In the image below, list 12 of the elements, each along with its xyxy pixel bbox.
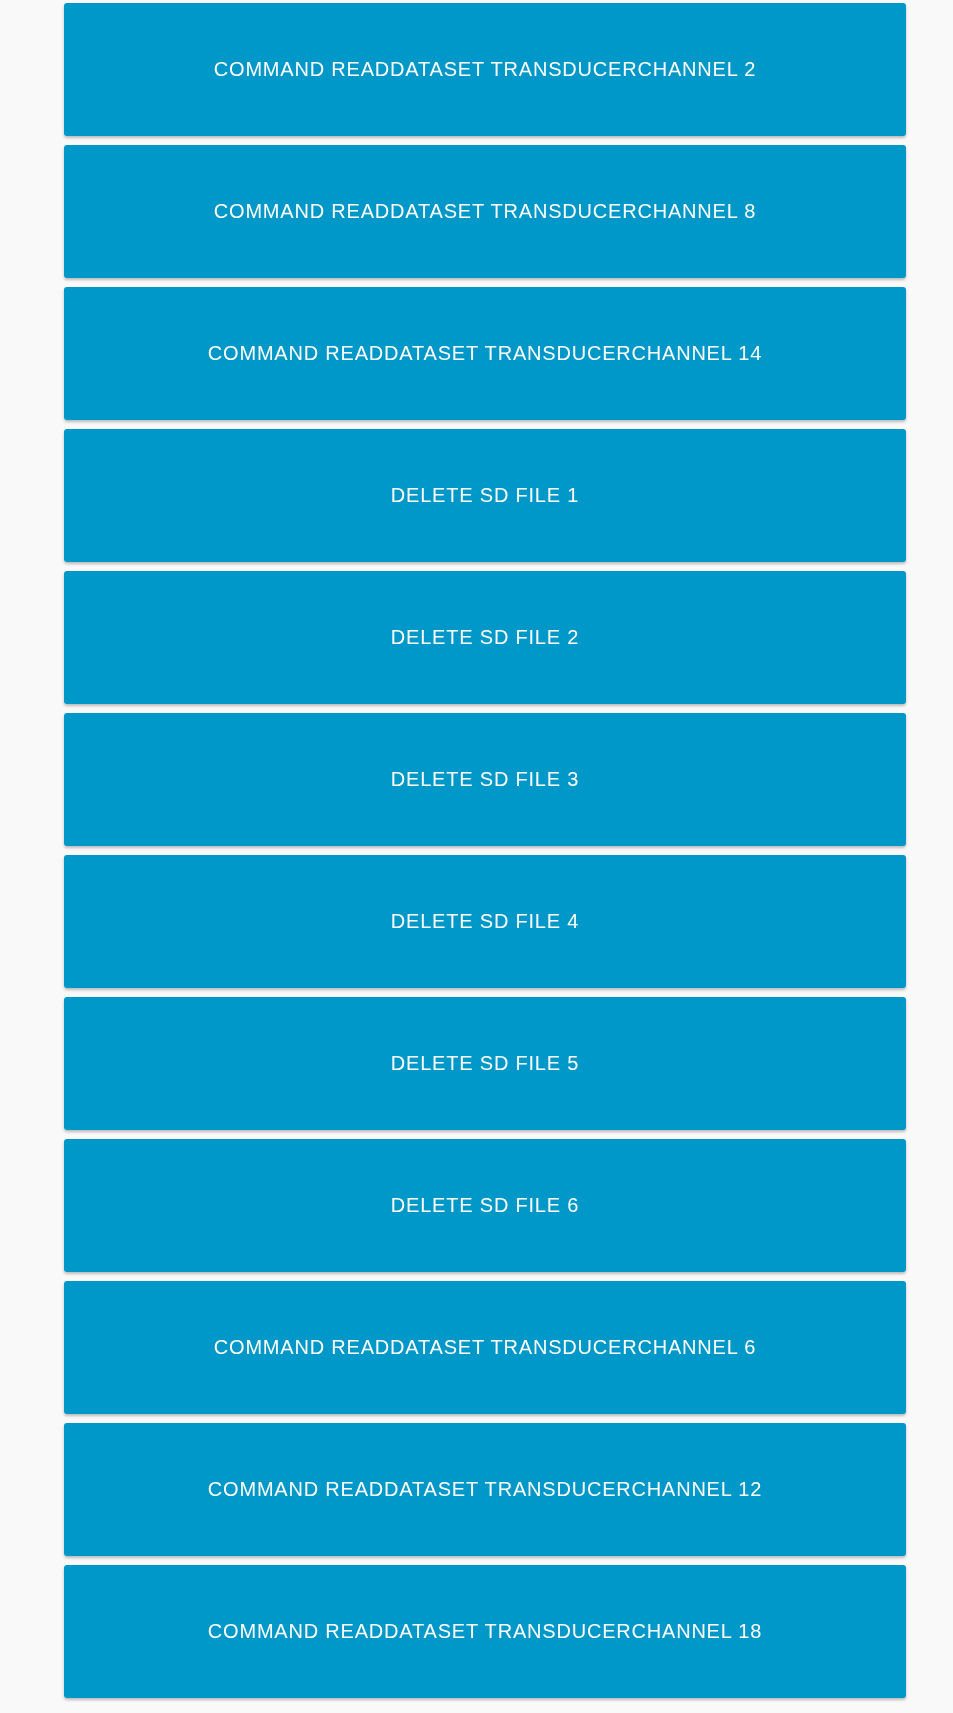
command-button[interactable]: DELETE SD FILE 4 [64,855,906,988]
command-button[interactable]: COMMAND READDATASET TRANSDUCERCHANNEL 6 [64,1281,906,1414]
command-button[interactable]: DELETE SD FILE 6 [64,1139,906,1272]
command-button[interactable]: DELETE SD FILE 5 [64,997,906,1130]
command-button[interactable]: COMMAND READDATASET TRANSDUCERCHANNEL 12 [64,1423,906,1556]
command-button[interactable]: COMMAND READDATASET TRANSDUCERCHANNEL 2 [64,3,906,136]
command-button[interactable]: COMMAND READDATASET TRANSDUCERCHANNEL 8 [64,145,906,278]
command-button[interactable]: DELETE SD FILE 2 [64,571,906,704]
command-button[interactable]: DELETE SD FILE 3 [64,713,906,846]
command-button[interactable]: DELETE SD FILE 1 [64,429,906,562]
command-button[interactable]: COMMAND READDATASET TRANSDUCERCHANNEL 14 [64,287,906,420]
command-button[interactable]: COMMAND READDATASET TRANSDUCERCHANNEL 18 [64,1565,906,1698]
